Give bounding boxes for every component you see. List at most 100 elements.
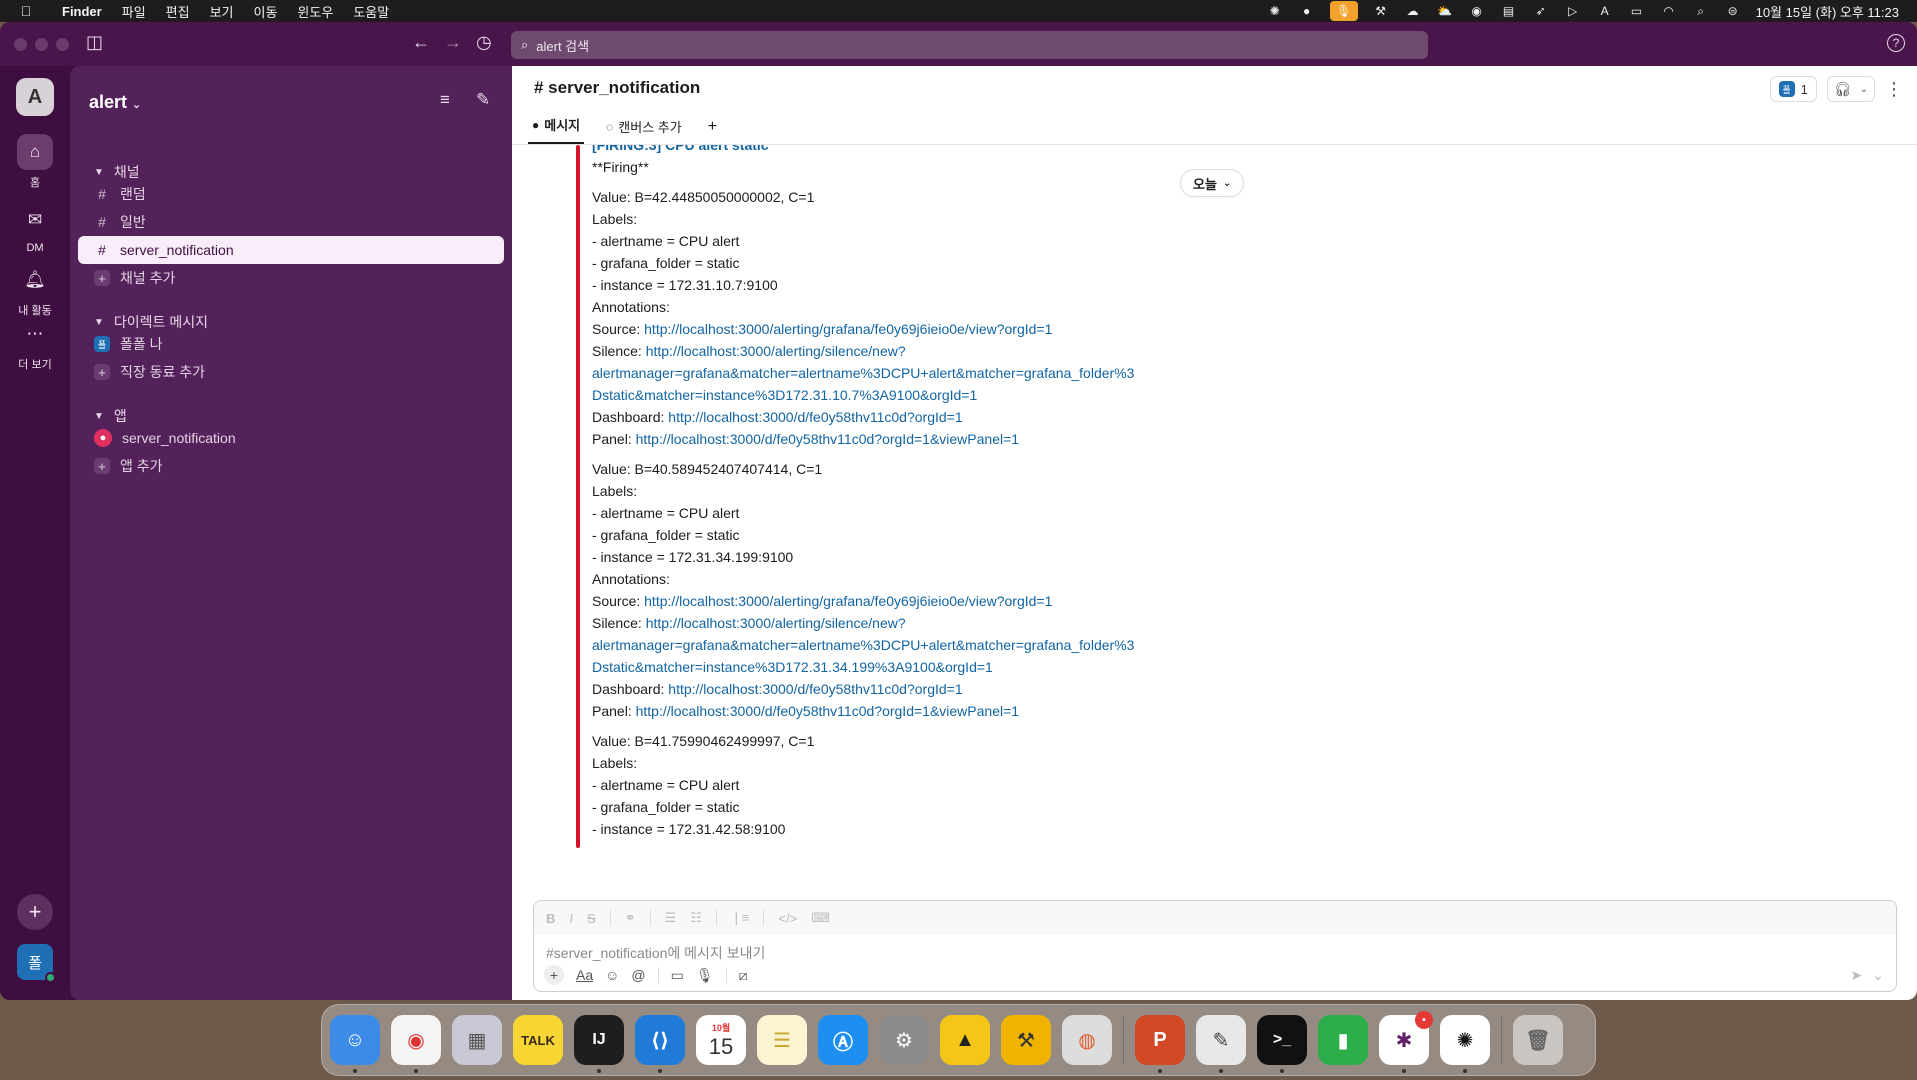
microphone-icon[interactable]: 🎙︎: [696, 967, 714, 984]
channels-section-header[interactable]: ▼ 채널: [94, 162, 140, 182]
history-icon[interactable]: ◷: [476, 32, 492, 53]
rail-dm[interactable]: ✉ DM: [0, 202, 70, 254]
sidebar-toggle-icon[interactable]: ◫: [86, 32, 103, 53]
control-center-icon[interactable]: ⊜: [1724, 4, 1742, 18]
alert-title-link[interactable]: [FIRING:3] CPU alert static: [592, 145, 1192, 156]
silence-link-cont[interactable]: Dstatic&matcher=instance%3D172.31.10.7%3…: [592, 384, 1192, 406]
weather-tray-icon[interactable]: ⛅: [1436, 4, 1454, 18]
rail-activity[interactable]: 🔔︎ 내 활동: [0, 262, 70, 318]
artemis-dock-icon[interactable]: ▲: [940, 1015, 990, 1065]
user-avatar[interactable]: 폴: [17, 944, 56, 983]
silence-link[interactable]: http://localhost:3000/alerting/silence/n…: [646, 615, 906, 631]
postman-dock-icon[interactable]: ✎: [1196, 1015, 1246, 1073]
chrome-dock-icon[interactable]: ◉: [391, 1015, 441, 1073]
menu-go[interactable]: 이동: [244, 2, 288, 21]
record-tray-icon[interactable]: ◉: [1468, 4, 1486, 18]
cocoapods-dock-icon[interactable]: ◍: [1062, 1015, 1112, 1065]
search-input[interactable]: ⌕ alert 검색: [511, 31, 1428, 59]
dashboard-link[interactable]: http://localhost:3000/d/fe0y58thv11c0d?o…: [668, 409, 962, 425]
attach-plus-icon[interactable]: +: [544, 965, 564, 985]
add-tab-button[interactable]: +: [704, 118, 721, 144]
spotlight-search-icon[interactable]: ⌕: [1692, 4, 1710, 18]
keyboard-tray-icon[interactable]: ▤: [1500, 4, 1518, 18]
link-icon[interactable]: ⚭: [625, 910, 636, 926]
workspace-avatar[interactable]: A: [16, 78, 54, 116]
video-icon[interactable]: ▭: [671, 967, 684, 984]
vscode-dock-icon[interactable]: ⟨⟩: [635, 1015, 685, 1073]
menu-finder[interactable]: Finder: [52, 4, 112, 19]
add-app-item[interactable]: + 앱 추가: [78, 452, 504, 480]
silence-link-cont[interactable]: Dstatic&matcher=instance%3D172.31.34.199…: [592, 656, 1192, 678]
emoji-icon[interactable]: ☺: [605, 967, 619, 983]
minimize-window-button[interactable]: [35, 38, 48, 51]
hammer-tray-icon[interactable]: ⚒: [1372, 4, 1390, 18]
members-button[interactable]: 폴 1: [1769, 76, 1817, 102]
tab-messages[interactable]: ● 메시지: [528, 115, 585, 144]
back-arrow-icon[interactable]: ←: [412, 32, 430, 53]
dashboard-link[interactable]: http://localhost:3000/d/fe0y58thv11c0d?o…: [668, 681, 962, 697]
chevron-down-icon[interactable]: ⌄: [1872, 967, 1884, 984]
calendar-dock-icon[interactable]: 10월 15: [696, 1015, 746, 1065]
cloud-tray-icon[interactable]: ☁: [1404, 4, 1422, 18]
input-source-icon[interactable]: A: [1596, 4, 1614, 18]
chatgpt-dock-icon[interactable]: ✺: [1440, 1015, 1490, 1073]
sidebar-item-server-notification[interactable]: # server_notification: [78, 236, 504, 264]
message-input[interactable]: #server_notification에 메시지 보내기: [546, 943, 765, 963]
sidebar-item-dm-self[interactable]: 폴 폴폴 나: [78, 330, 504, 358]
slack-dock-icon[interactable]: ✱ •: [1379, 1011, 1433, 1073]
runner-tray-icon[interactable]: ➶: [1532, 4, 1550, 18]
workspace-name[interactable]: alert ⌄: [89, 92, 141, 113]
rail-home[interactable]: ⌂ 홈: [0, 134, 70, 190]
wifi-icon[interactable]: ◠: [1660, 4, 1678, 18]
tab-add-canvas[interactable]: ◌ 캔버스 추가: [602, 117, 686, 144]
play-tray-icon[interactable]: ▷: [1564, 4, 1582, 18]
menu-window[interactable]: 윈도우: [287, 2, 343, 21]
bulleted-list-icon[interactable]: ☷: [690, 910, 702, 926]
silence-link-cont[interactable]: alertmanager=grafana&matcher=alertname%3…: [592, 634, 1192, 656]
finder-dock-icon[interactable]: ☺: [330, 1015, 380, 1073]
sidebar-item-random[interactable]: # 랜덤: [78, 180, 504, 208]
source-link[interactable]: http://localhost:3000/alerting/grafana/f…: [644, 321, 1052, 337]
code-icon[interactable]: </>: [778, 911, 797, 926]
app-store-dock-icon[interactable]: Ⓐ: [818, 1015, 868, 1065]
huddle-button[interactable]: 🎧︎ ⌄: [1826, 76, 1875, 102]
send-icon[interactable]: ➤: [1851, 967, 1863, 984]
zoom-window-button[interactable]: [56, 38, 69, 51]
compose-icon[interactable]: ✎: [476, 90, 490, 110]
panel-link[interactable]: http://localhost:3000/d/fe0y58thv11c0d?o…: [636, 431, 1019, 447]
code-block-icon[interactable]: ⌨: [811, 910, 830, 926]
menu-edit[interactable]: 편집: [156, 2, 200, 21]
menu-view[interactable]: 보기: [200, 2, 244, 21]
trash-dock-icon[interactable]: 🗑︎: [1513, 1015, 1563, 1065]
help-icon[interactable]: ?: [1887, 34, 1905, 52]
xcode-hammer-dock-icon[interactable]: ⚒: [1001, 1015, 1051, 1065]
sidebar-item-general[interactable]: # 일반: [78, 208, 504, 236]
italic-icon[interactable]: I: [569, 911, 573, 926]
terminal-dock-icon[interactable]: >_: [1257, 1015, 1307, 1073]
apple-icon[interactable]: : [0, 3, 52, 19]
ordered-list-icon[interactable]: ☰: [665, 910, 677, 926]
blockquote-icon[interactable]: ❘≡: [731, 910, 749, 926]
close-window-button[interactable]: [14, 38, 27, 51]
menu-file[interactable]: 파일: [112, 2, 156, 21]
menu-help[interactable]: 도움말: [343, 2, 399, 21]
panel-link[interactable]: http://localhost:3000/d/fe0y58thv11c0d?o…: [636, 703, 1019, 719]
strikethrough-icon[interactable]: S: [587, 911, 596, 926]
forward-arrow-icon[interactable]: →: [444, 32, 462, 53]
channel-title[interactable]: # server_notification: [534, 78, 700, 98]
add-channel-item[interactable]: + 채널 추가: [78, 264, 504, 292]
rail-more[interactable]: ⋯ 더 보기: [0, 316, 70, 372]
launchpad-dock-icon[interactable]: ▦: [452, 1015, 502, 1065]
numbers-dock-icon[interactable]: ▮: [1318, 1015, 1368, 1065]
menu-bar-clock[interactable]: 10월 15일 (화) 오후 11:23: [1756, 2, 1899, 21]
system-settings-dock-icon[interactable]: ⚙: [879, 1015, 929, 1065]
slash-command-icon[interactable]: ⧄: [739, 967, 748, 984]
apps-section-header[interactable]: ▼ 앱: [94, 406, 127, 426]
microphone-icon[interactable]: 🎙: [1329, 1, 1358, 21]
silence-link-cont[interactable]: alertmanager=grafana&matcher=alertname%3…: [592, 362, 1192, 384]
date-divider-button[interactable]: 오늘 ⌄: [1180, 169, 1245, 197]
mention-icon[interactable]: @: [631, 967, 645, 983]
sidebar-item-app-server-notification[interactable]: ● server_notification: [78, 424, 504, 452]
kakaotalk-dock-icon[interactable]: TALK: [513, 1015, 563, 1065]
chatgpt-tray-icon[interactable]: ✺: [1266, 4, 1284, 18]
